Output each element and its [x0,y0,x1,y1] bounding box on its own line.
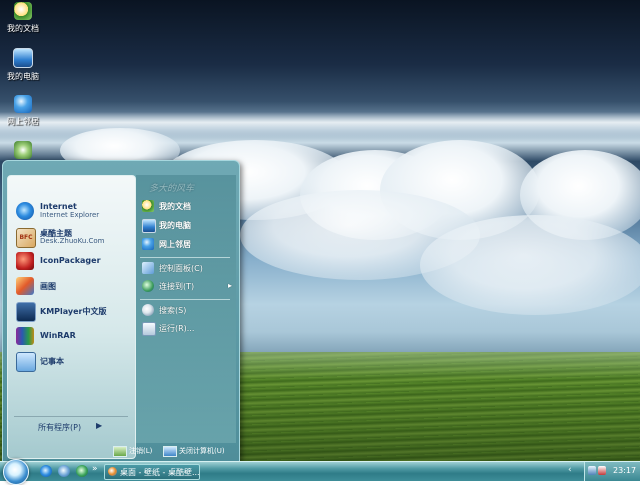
link-label: 运行(R)... [159,324,195,333]
desktop-icon-my-documents[interactable]: 我的文档 [0,2,46,34]
all-programs-button[interactable]: 所有程序(P) [38,422,81,433]
desktop-icon-label: 我的文档 [7,24,39,33]
pinned-title: 画图 [40,282,56,291]
desktop-icon-label: 网上邻居 [7,117,39,126]
network-places-icon [14,95,32,113]
internet-explorer-icon [16,202,34,220]
divider [140,299,230,300]
paint-icon [16,277,34,295]
kmplayer-icon [16,302,36,322]
shutdown-label: 关闭计算机(U) [179,447,225,455]
all-programs-arrow-icon: ▶ [96,421,103,430]
shutdown-icon [163,446,177,457]
link-label: 搜索(S) [159,306,187,315]
link-label: 网上邻居 [159,240,191,249]
link-connect-to[interactable]: 连接到(T) ▸ [142,279,234,295]
start-menu-places-panel: 我的文档 我的电脑 网上邻居 控制面板(C) 连接到(T) ▸ 搜索(S) 运行… [136,175,236,443]
connect-to-icon [142,280,154,292]
control-panel-icon [142,262,154,274]
pinned-title: WinRAR [40,331,76,340]
quicklaunch-more-icon[interactable]: » [92,464,98,474]
link-label: 我的电脑 [159,221,191,230]
browser-icon [108,467,117,476]
desktop-icon-partial[interactable] [0,141,46,162]
cloud [420,215,640,315]
divider [140,257,230,258]
pinned-title: IconPackager [40,256,101,265]
logoff-label: 注销(L) [129,447,153,455]
iconpackager-icon [16,252,34,270]
desktop-icon-network-places[interactable]: 网上邻居 [0,95,46,127]
pinned-iconpackager[interactable]: IconPackager [14,250,132,272]
tray-network-icon[interactable] [588,466,596,475]
pinned-subtitle: Desk.ZhuoKu.Com [40,237,105,245]
my-documents-icon [142,200,154,212]
pinned-title: KMPlayer中文版 [40,307,107,316]
quicklaunch-media-icon[interactable] [76,465,88,477]
pinned-title: Internet [40,202,77,211]
my-computer-icon [142,219,156,233]
taskbar-window-label: 桌面 - 壁纸 - 桌酷壁... [120,468,200,477]
link-label: 控制面板(C) [159,264,203,273]
system-tray: 23:17 [584,462,640,481]
zhuoku-theme-icon: BFC [16,228,36,248]
quicklaunch-show-desktop-icon[interactable] [58,465,70,477]
start-menu: 多大的风车 Internet Internet Explorer BFC 桌酷主… [2,160,240,462]
pinned-paint[interactable]: 画图 [14,275,132,297]
pinned-internet-explorer[interactable]: Internet Internet Explorer [14,200,132,222]
clock[interactable]: 23:17 [613,466,636,475]
start-button[interactable] [3,459,29,485]
start-menu-pinned-panel: Internet Internet Explorer BFC 桌酷主题 Desk… [7,175,136,459]
divider [14,416,128,417]
pinned-zhuoku-theme[interactable]: BFC 桌酷主题 Desk.ZhuoKu.Com [14,226,132,248]
pinned-subtitle: Internet Explorer [40,211,100,219]
notepad-icon [16,352,36,372]
pinned-kmplayer[interactable]: KMPlayer中文版 [14,300,132,322]
pinned-title: 记事本 [40,357,64,366]
my-documents-icon [14,2,32,20]
logoff-icon [113,446,127,457]
link-label: 连接到(T) [159,282,195,291]
start-menu-footer: 注销(L) 关闭计算机(U) [111,443,236,459]
desktop-icon-my-computer[interactable]: 我的电脑 [0,48,46,82]
tray-app-icon[interactable] [598,466,606,475]
quicklaunch-ie-icon[interactable] [40,465,52,477]
pinned-winrar[interactable]: WinRAR [14,325,132,347]
desktop-shortcut-icon [14,141,32,159]
network-places-icon [142,238,154,250]
winrar-icon [16,327,34,345]
run-icon [142,322,156,336]
tray-expand-icon[interactable]: ‹ [568,465,572,475]
my-computer-icon [13,48,33,68]
submenu-arrow-icon: ▸ [228,281,233,290]
link-label: 我的文档 [159,202,191,211]
desktop-icon-label: 我的电脑 [7,72,39,81]
search-icon [142,304,154,316]
taskbar-window-button[interactable]: 桌面 - 壁纸 - 桌酷壁... [104,464,200,480]
taskbar: » 桌面 - 壁纸 - 桌酷壁... ‹ 23:17 [0,459,640,485]
pinned-notepad[interactable]: 记事本 [14,350,132,372]
